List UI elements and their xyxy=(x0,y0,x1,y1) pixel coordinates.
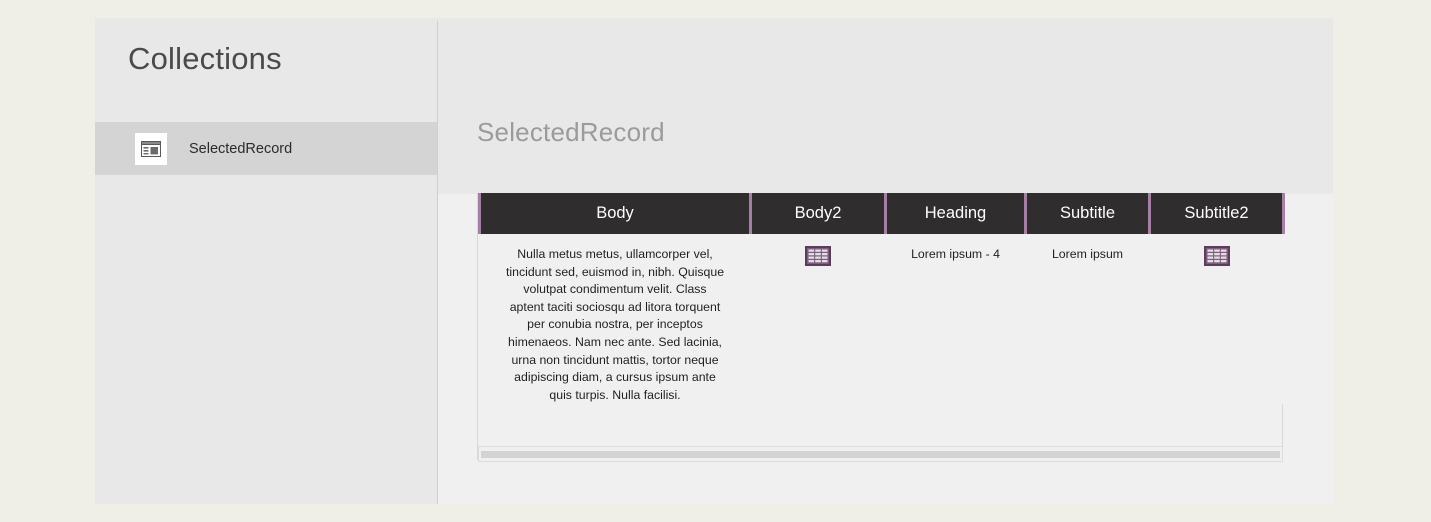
record-form-icon xyxy=(135,132,167,165)
cell-subtitle: Lorem ipsum xyxy=(1025,234,1150,405)
sidebar-item-label: SelectedRecord xyxy=(189,140,293,157)
cell-body2: table-grid-icon xyxy=(750,234,886,405)
cell-subtitle2: table-grid-icon xyxy=(1149,234,1284,405)
cell-body-text: Nulla metus metus, ullamcorper vel, tinc… xyxy=(505,247,725,402)
cell-subtitle2-value: table-grid-icon xyxy=(1230,246,1231,247)
table-grid-icon[interactable] xyxy=(805,246,831,272)
cell-body2-value: table-grid-icon xyxy=(831,246,832,247)
cell-heading: Lorem ipsum - 4 xyxy=(885,234,1026,405)
sidebar-title: Collections xyxy=(128,41,282,76)
table-grid-icon[interactable] xyxy=(1203,246,1230,272)
sidebar-item-selectedrecord[interactable]: SelectedRecord xyxy=(95,122,437,175)
sidebar: Collections SelectedRecord xyxy=(95,18,437,504)
app-root: Collections SelectedRecord SelectedRecor… xyxy=(0,0,1431,522)
column-header-subtitle[interactable]: Subtitle xyxy=(1024,193,1150,234)
page-title: SelectedRecord xyxy=(477,117,665,147)
table-header-row: Body Body2 Heading Subtitle Subtitle2 xyxy=(478,193,1285,234)
cell-body: Nulla metus metus, ullamcorper vel, tinc… xyxy=(479,234,751,405)
table-horizontal-scrollbar[interactable] xyxy=(478,446,1283,462)
sidebar-content-divider xyxy=(437,21,438,504)
column-header-subtitle2[interactable]: Subtitle2 xyxy=(1148,193,1285,234)
table-header: Body Body2 Heading Subtitle Subtitle2 xyxy=(478,193,1285,234)
table-body: Nulla metus metus, ullamcorper vel, tinc… xyxy=(479,234,1284,405)
column-header-heading[interactable]: Heading xyxy=(884,193,1026,234)
table-row[interactable]: Nulla metus metus, ullamcorper vel, tinc… xyxy=(479,234,1284,405)
collection-table-container: Body Body2 Heading Subtitle Subtitle2 Nu… xyxy=(477,193,1285,460)
scrollbar-thumb[interactable] xyxy=(481,450,1280,458)
collection-table: Body Body2 Heading Subtitle Subtitle2 Nu… xyxy=(478,193,1285,405)
column-header-body2[interactable]: Body2 xyxy=(749,193,886,234)
column-header-body[interactable]: Body xyxy=(478,193,751,234)
